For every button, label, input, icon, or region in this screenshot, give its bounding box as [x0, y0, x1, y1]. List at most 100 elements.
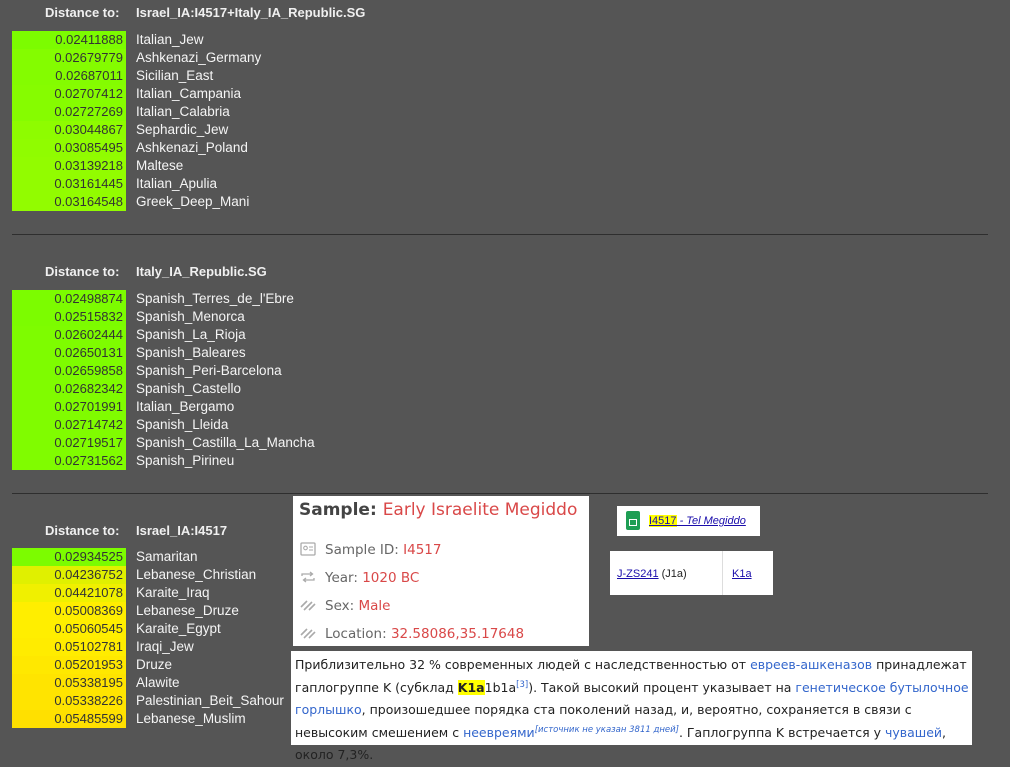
distance-value: 0.02707412: [12, 85, 126, 103]
distance-target: Italy_IA_Republic.SG: [136, 264, 267, 279]
distance-value-text: 0.05201953: [54, 657, 123, 672]
distance-value: 0.02515832: [12, 308, 126, 326]
distance-value: 0.05008369: [12, 602, 126, 620]
wiki-link-ashkenazi[interactable]: евреев-ашкеназов: [750, 657, 872, 672]
distance-value: 0.02498874: [12, 290, 126, 308]
population-name: Lebanese_Christian: [136, 567, 257, 582]
distance-value-text: 0.03044867: [54, 122, 123, 137]
distance-value: 0.05060545: [12, 620, 126, 638]
mt-haplogroup-link[interactable]: K1a: [732, 568, 752, 580]
stripes-icon: [299, 626, 317, 642]
distance-value: 0.04236752: [12, 566, 126, 584]
distance-value: 0.02679779: [12, 49, 126, 67]
distance-value-text: 0.02659858: [54, 363, 123, 378]
wiki-text: ). Такой высокий процент указывает на: [528, 679, 796, 695]
wiki-paragraph: Приблизительно 32 % современных людей с …: [291, 651, 972, 762]
distance-value: 0.02602444: [12, 326, 126, 344]
distance-label: Distance to:: [45, 5, 120, 20]
citation-needed[interactable]: [источник не указан 3811 дней]: [535, 724, 679, 734]
distance-value: 0.02659858: [12, 362, 126, 380]
distance-value-text: 0.05485599: [54, 711, 123, 726]
distance-value-text: 0.04421078: [54, 585, 123, 600]
wiki-text: Приблизительно 32 % современных людей с …: [295, 657, 751, 672]
distance-value-text: 0.02682342: [54, 381, 123, 396]
population-name: Iraqi_Jew: [136, 639, 194, 654]
y-haplogroup-link[interactable]: J-ZS241: [617, 568, 659, 580]
population-name: Lebanese_Druze: [136, 603, 239, 618]
distance-value: 0.05338195: [12, 674, 126, 692]
sample-card: Sample: Early Israelite Megiddo Sample I…: [293, 496, 589, 646]
distance-value: 0.02714742: [12, 416, 126, 434]
distance-value: 0.05338226: [12, 692, 126, 710]
distance-value: 0.03044867: [12, 121, 126, 139]
population-name: Spanish_Menorca: [136, 309, 245, 324]
distance-value-text: 0.02498874: [54, 291, 123, 306]
wiki-link-chuvash[interactable]: чувашей: [885, 725, 942, 740]
distance-value-text: 0.03085495: [54, 140, 123, 155]
location-line: Location: 32.58086,35.17648: [299, 624, 524, 644]
population-name: Italian_Campania: [136, 86, 242, 101]
population-name: Spanish_Castilla_La_Mancha: [136, 435, 315, 450]
id-card-icon: [299, 542, 317, 558]
sample-title: Sample: Early Israelite Megiddo: [299, 500, 577, 520]
distance-target: Israel_IA:I4517: [136, 523, 228, 538]
distance-value: 0.02731562: [12, 452, 126, 470]
distance-value-text: 0.03161445: [54, 176, 123, 191]
wiki-reference[interactable]: [3]: [516, 679, 528, 689]
distance-value-text: 0.02411888: [55, 32, 123, 47]
distance-value: 0.03161445: [12, 175, 126, 193]
sample-link[interactable]: I4517 - Tel Megiddo: [649, 515, 746, 527]
section-divider: [12, 493, 988, 494]
k1a-highlight: K1a: [457, 679, 485, 695]
distance-value: 0.02701991: [12, 398, 126, 416]
population-name: Maltese: [136, 158, 184, 173]
wiki-text: . Гаплогруппа K встречается у: [678, 724, 885, 740]
population-name: Spanish_Lleida: [136, 417, 229, 432]
stripes-icon: [299, 598, 317, 614]
population-name: Spanish_La_Rioja: [136, 327, 246, 342]
distance-value-text: 0.05338226: [54, 693, 123, 708]
population-name: Italian_Bergamo: [136, 399, 235, 414]
distance-value-text: 0.02515832: [54, 309, 123, 324]
sample-link-site[interactable]: - Tel Megiddo: [677, 515, 746, 527]
distance-value: 0.03164548: [12, 193, 126, 211]
year-label: Year:: [325, 570, 363, 586]
distance-value-text: 0.02731562: [54, 453, 123, 468]
distance-value: 0.02934525: [12, 548, 126, 566]
sample-link-id[interactable]: I4517: [649, 515, 677, 527]
population-name: Ashkenazi_Poland: [136, 140, 248, 155]
population-name: Italian_Jew: [136, 32, 204, 47]
year-line: Year: 1020 BC: [299, 568, 419, 588]
distance-value: 0.02719517: [12, 434, 126, 452]
distance-value: 0.05102781: [12, 638, 126, 656]
distance-value-text: 0.02727269: [54, 104, 123, 119]
distance-value: 0.03085495: [12, 139, 126, 157]
distance-value-text: 0.02679779: [54, 50, 123, 65]
population-name: Sicilian_East: [136, 68, 214, 83]
distance-value-text: 0.02934525: [54, 549, 123, 564]
distance-value-text: 0.05008369: [54, 603, 123, 618]
distance-value-text: 0.02650131: [54, 345, 123, 360]
population-name: Spanish_Pirineu: [136, 453, 235, 468]
sample-title-value: Early Israelite Megiddo: [382, 500, 578, 520]
distance-value: 0.05485599: [12, 710, 126, 728]
section-divider: [12, 234, 988, 235]
population-name: Spanish_Peri-Barcelona: [136, 363, 282, 378]
distance-value-text: 0.03139218: [54, 158, 123, 173]
distance-value: 0.02411888: [12, 31, 126, 49]
distance-value-text: 0.03164548: [54, 194, 123, 209]
population-name: Alawite: [136, 675, 180, 690]
population-name: Spanish_Terres_de_l'Ebre: [136, 291, 294, 306]
wiki-link-gentiles[interactable]: неевреями: [463, 725, 535, 740]
distance-value: 0.02682342: [12, 380, 126, 398]
distance-value-text: 0.05338195: [54, 675, 123, 690]
distance-value: 0.05201953: [12, 656, 126, 674]
distance-header: Distance to: Israel_IA:I4517+Italy_IA_Re…: [12, 5, 912, 23]
population-name: Spanish_Castello: [136, 381, 242, 396]
year-value: 1020 BC: [362, 570, 420, 586]
population-name: Samaritan: [136, 549, 198, 564]
distance-value: 0.04421078: [12, 584, 126, 602]
google-sheets-icon: [626, 511, 640, 530]
location-label: Location:: [325, 626, 391, 642]
haplogroup-table: J-ZS241 (J1a) K1a: [610, 551, 773, 595]
